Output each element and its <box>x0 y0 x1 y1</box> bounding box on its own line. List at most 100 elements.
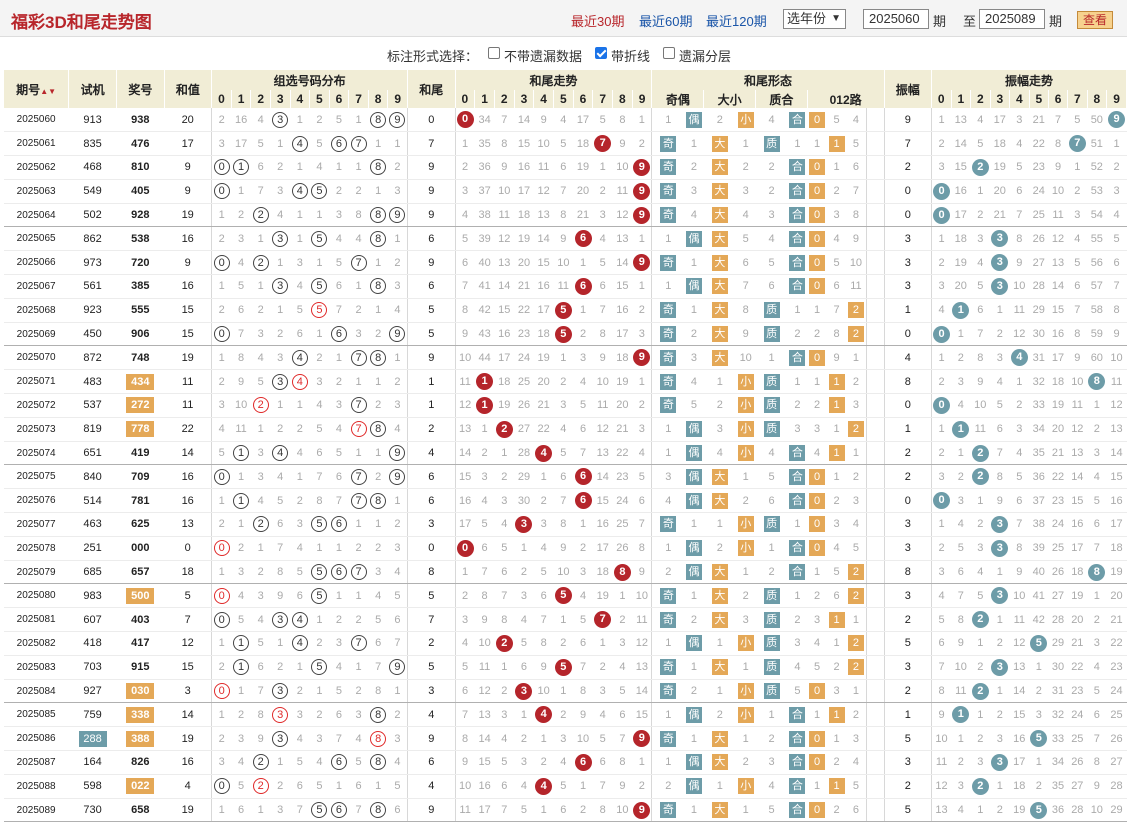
oe-cell: 2 <box>684 679 704 704</box>
zfzs-cell: 11 <box>1009 607 1030 633</box>
zx-cell: 7 <box>348 631 369 656</box>
hwzs-cell: 35 <box>474 131 495 157</box>
route-cell: 1 <box>826 417 847 442</box>
hwzs-cell: 6 <box>533 583 554 609</box>
hwzs-cell: 6 <box>573 488 593 514</box>
amplitude-cell: 0 <box>884 393 933 418</box>
zfzs-cell: 11 <box>1009 298 1030 323</box>
zx-cell: 9 <box>387 464 409 490</box>
zfzs-cell: 35 <box>1048 774 1068 799</box>
period-cell: 2025062 <box>3 155 69 180</box>
view-button[interactable]: 查看 <box>1077 11 1113 29</box>
zx-cell: 7 <box>329 726 349 752</box>
hwzs-cell: 5 <box>553 131 574 157</box>
zfzs-digit-header: 7 <box>1067 90 1088 108</box>
zx-cell: 8 <box>368 679 388 704</box>
zx-digit-header: 3 <box>269 90 291 108</box>
hwzs-cell: 1 <box>612 583 633 609</box>
zx-hit: 0 <box>213 683 230 700</box>
zx-cell: 4 <box>290 631 310 656</box>
hwzs-cell: 14 <box>632 679 653 704</box>
hwzs-digit-header: 9 <box>631 90 653 108</box>
col-period[interactable]: 期号▲▼ <box>2 70 70 108</box>
zx-cell: 1 <box>211 274 232 299</box>
to-period-input[interactable]: 2025089 <box>979 9 1045 29</box>
zx-cell: 2 <box>387 369 409 395</box>
zfzs-cell: 6 <box>931 631 952 656</box>
pc-cell: 质 <box>755 679 788 704</box>
pc-cell: 6 <box>755 488 788 514</box>
bs-hit: 小 <box>737 111 754 128</box>
zfzs-cell: 56 <box>1087 250 1107 276</box>
bs-cell: 2 <box>703 108 736 133</box>
hwzs-cell: 5 <box>632 464 653 490</box>
zfzs-cell: 2 <box>970 655 991 680</box>
period-cell: 2025075 <box>3 464 69 490</box>
sort-icon: ▲▼ <box>40 86 57 96</box>
zx-cell: 8 <box>231 345 251 371</box>
hwzs-digit-header: 2 <box>493 90 515 108</box>
hwzs-hit: 3 <box>515 682 533 700</box>
zfzs-cell: 4 <box>951 393 971 418</box>
zfzs-cell: 2 <box>931 369 952 395</box>
route-spacer <box>866 607 885 633</box>
hwzs-cell: 16 <box>455 488 475 514</box>
zx-cell: 2 <box>348 536 369 561</box>
route-hit: 0 <box>809 730 825 747</box>
zx-cell: 1 <box>231 631 251 656</box>
period-link-60[interactable]: 最近60期 <box>639 11 692 30</box>
zfzs-cell: 5 <box>1029 726 1049 752</box>
zfzs-cell: 1 <box>931 417 952 442</box>
hwzs-cell: 3 <box>455 179 475 204</box>
oe-cell: 奇 <box>651 726 685 752</box>
zx-cell: 1 <box>348 583 369 609</box>
zx-cell: 3 <box>290 512 310 537</box>
zx-cell: 3 <box>211 131 232 157</box>
zfzs-hit: 2 <box>971 158 989 176</box>
zfzs-hit: 3 <box>991 539 1009 557</box>
oe-cell: 2 <box>684 155 704 180</box>
table-row: 2025067 561 385 16 1 5 1 3 4 5 6 1 8 3 6 7 41 14 21 16 11 6 6 1… <box>3 274 1127 299</box>
zfzs-cell: 36 <box>1048 798 1068 823</box>
draw-number-cell: 928 <box>116 203 165 228</box>
zfzs-cell: 1 <box>931 108 952 133</box>
zx-cell: 1 <box>368 774 388 799</box>
from-period-input[interactable]: 2025060 <box>863 9 929 29</box>
sum-cell: 13 <box>164 512 213 537</box>
route-hit: 2 <box>847 587 864 604</box>
zx-cell: 1 <box>211 345 232 371</box>
oe-cell: 1 <box>651 417 685 442</box>
zx-hit: 5 <box>311 230 328 247</box>
amplitude-cell: 3 <box>884 274 933 299</box>
hwzs-hit: 3 <box>515 515 533 533</box>
period-link-120[interactable]: 最近120期 <box>706 11 767 30</box>
hwzs-digit-header: 5 <box>552 90 574 108</box>
zfzs-cell: 0 <box>931 322 952 347</box>
hwzs-cell: 2 <box>553 702 574 728</box>
col-zfzs-group: 振幅走势 <box>931 70 1127 90</box>
year-select[interactable]: 选年份 ▼ <box>783 9 846 29</box>
checkbox-omission-layer[interactable] <box>663 47 675 59</box>
zx-cell: 5 <box>309 179 330 204</box>
year-select-value: 选年份 <box>787 11 827 26</box>
checkbox-no-omission[interactable] <box>488 47 500 59</box>
zx-cell: 3 <box>250 322 271 347</box>
pc-cell: 2 <box>755 179 788 204</box>
table-row: 2025073 819 778 22 4 11 1 2 2 5 4 7 8 4 2 13 1 2 27 22 4 6 12 2… <box>3 417 1127 442</box>
period-link-30[interactable]: 最近30期 <box>571 11 624 30</box>
zfzs-cell: 1 <box>951 702 971 728</box>
zx-hit: 8 <box>370 754 387 771</box>
oe-hit: 偶 <box>685 230 702 247</box>
route-cell: 2 <box>826 179 847 204</box>
zx-cell: 4 <box>290 274 310 299</box>
zx-hit: 7 <box>350 254 367 271</box>
zx-cell: 9 <box>387 203 409 228</box>
oe-cell: 1 <box>684 798 704 823</box>
checkbox-with-line[interactable] <box>595 47 607 59</box>
route-spacer <box>866 179 885 204</box>
zx-cell: 2 <box>250 393 271 418</box>
zfzs-cell: 2 <box>1087 607 1107 633</box>
table-row: 2025085 759 338 14 1 2 8 3 3 2 6 3 8 2 4 7 13 3 1 4 2 9 4 6 15 1 偶… <box>3 702 1127 728</box>
zfzs-cell: 6 <box>970 298 991 323</box>
amplitude-cell: 2 <box>884 441 933 466</box>
